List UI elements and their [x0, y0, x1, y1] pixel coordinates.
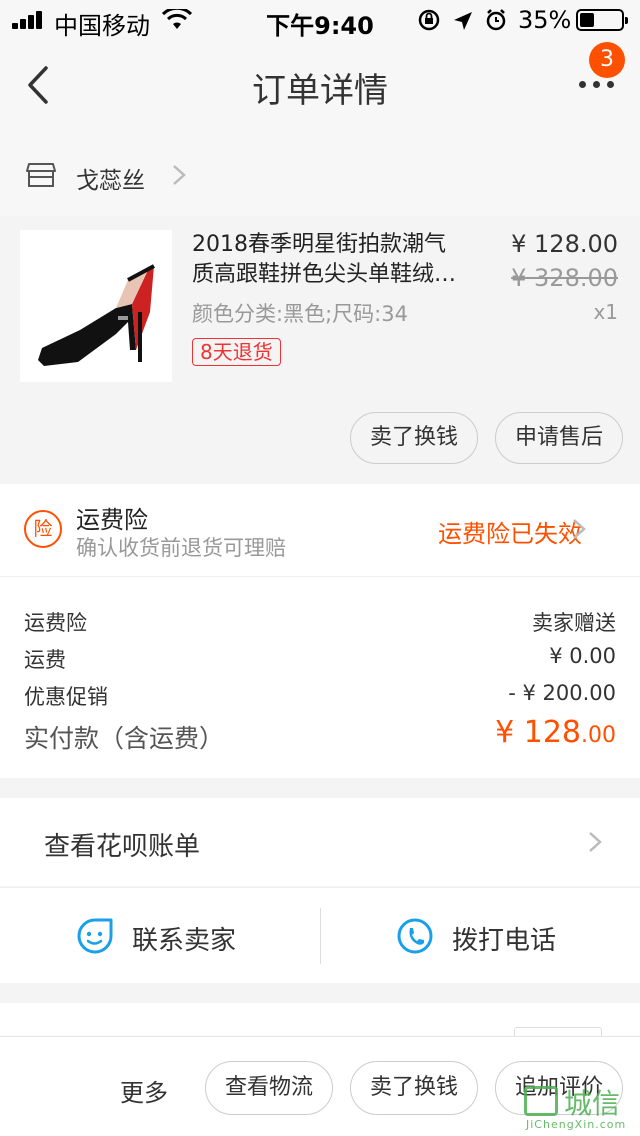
watermark-url: JiChengXin.com [526, 1118, 627, 1131]
rotation-lock-icon [418, 9, 440, 31]
product-sku: 颜色分类:黑色;尺码:34 [192, 302, 408, 326]
shop-icon [26, 163, 56, 187]
fee-value: ¥ 0.00 [549, 644, 616, 668]
contact-row: 联系卖家 拨打电话 [0, 887, 640, 983]
total-main: ¥ 128 [495, 715, 581, 750]
huabei-bill-label: 查看花呗账单 [44, 832, 201, 862]
watermark-text: 城信 [564, 1087, 621, 1120]
huabei-bill-row[interactable]: 查看花呗账单 [0, 798, 640, 886]
shop-row[interactable]: 戈蕊丝 [0, 130, 640, 216]
fee-label: 运费险 [24, 611, 87, 635]
insurance-icon: 险 [24, 510, 62, 548]
watermark-logo-icon [524, 1086, 558, 1116]
order-item[interactable]: 2018春季明星街拍款潮气 质高跟鞋拼色尖头单鞋绒… 颜色分类:黑色;尺码:34… [0, 216, 640, 484]
total-cents: .00 [581, 723, 616, 748]
status-bar: 中国移动 下午9:40 35% [0, 0, 640, 40]
after-sale-button[interactable]: 申请售后 [495, 412, 623, 464]
product-quantity: x1 [593, 300, 618, 324]
battery-percent: 35% [518, 6, 572, 34]
total-label: 实付款（含运费） [24, 724, 225, 753]
insurance-subtitle: 确认收货前退货可理赔 [76, 536, 286, 560]
product-title[interactable]: 2018春季明星街拍款潮气 质高跟鞋拼色尖头单鞋绒… [192, 230, 492, 290]
sell-item-button[interactable]: 卖了换钱 [350, 412, 478, 464]
alarm-icon [486, 9, 506, 31]
status-icons [418, 9, 506, 31]
chevron-right-icon [573, 519, 586, 539]
fee-summary: 运费险 卖家赠送 运费 ¥ 0.00 优惠促销 - ¥ 200.00 实付款（含… [0, 576, 640, 778]
chevron-right-icon [173, 165, 186, 185]
fee-label: 优惠促销 [24, 685, 108, 709]
fee-value: - ¥ 200.00 [508, 681, 616, 705]
return-policy-tag: 8天退货 [192, 338, 281, 366]
contact-seller-label: 联系卖家 [132, 926, 237, 956]
more-actions-button[interactable]: 更多 [120, 1073, 168, 1108]
shop-name: 戈蕊丝 [76, 168, 145, 194]
total-value: ¥ 128.00 [495, 715, 616, 750]
product-thumbnail[interactable] [20, 230, 172, 382]
insurance-title: 运费险 [76, 506, 148, 534]
contact-seller-button[interactable]: 联系卖家 [76, 888, 276, 984]
nav-bar: 订单详情 3 [0, 40, 640, 130]
original-price: ¥ 328.00 [511, 264, 618, 292]
call-button[interactable]: 拨打电话 [396, 888, 596, 984]
location-icon [454, 12, 472, 30]
divider [320, 908, 321, 964]
product-title-line2: 质高跟鞋拼色尖头单鞋绒… [192, 262, 457, 287]
product-title-line1: 2018春季明星街拍款潮气 [192, 232, 446, 257]
chat-face-icon [77, 918, 113, 954]
notification-badge: 3 [589, 42, 625, 78]
battery-icon [576, 9, 628, 31]
chevron-right-icon [589, 832, 602, 852]
fee-value: 卖家赠送 [532, 611, 616, 635]
fee-label: 运费 [24, 648, 66, 672]
phone-icon [397, 918, 433, 954]
page-title: 订单详情 [252, 71, 388, 111]
insurance-status: 运费险已失效 [438, 520, 582, 548]
shipping-insurance-row[interactable]: 险 运费险 确认收货前退货可理赔 运费险已失效 [0, 484, 640, 576]
call-label: 拨打电话 [452, 926, 557, 956]
sell-button[interactable]: 卖了换钱 [350, 1061, 478, 1115]
site-watermark: 城信 JiChengXin.com [520, 1082, 636, 1134]
view-logistics-button[interactable]: 查看物流 [205, 1061, 333, 1115]
product-price: ¥ 128.00 [511, 230, 618, 258]
